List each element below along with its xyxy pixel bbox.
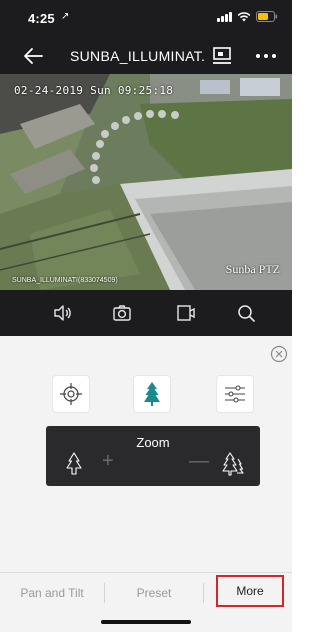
more-icon[interactable]	[255, 52, 277, 60]
status-time: 4:25	[28, 11, 55, 26]
zoom-search-icon[interactable]	[236, 303, 256, 323]
tree-icon	[144, 382, 160, 406]
zoom-minus-sign[interactable]: —	[189, 451, 209, 471]
back-arrow-icon[interactable]	[22, 45, 44, 67]
camera-video-feed[interactable]: 02-24-2019 Sun 09:25:18 Sunba PTZ SUNBA_…	[0, 74, 292, 290]
app-screen: 4:25 ↗ SUNBA_ILLUMINAT... 02-24-2019 Sun…	[0, 0, 292, 632]
snapshot-icon[interactable]	[112, 303, 132, 323]
crosshair-icon	[60, 383, 82, 405]
selected-tab-highlight	[216, 575, 284, 607]
top-bar: 4:25 ↗ SUNBA_ILLUMINAT...	[0, 0, 292, 74]
zoom-label: Zoom	[136, 435, 170, 450]
video-timestamp: 02-24-2019 Sun 09:25:18	[14, 84, 174, 97]
tab-pan-and-tilt[interactable]: Pan and Tilt	[0, 573, 104, 613]
crosshair-button[interactable]	[53, 376, 89, 412]
location-arrow-icon: ↗	[61, 11, 70, 22]
signal-icon	[217, 11, 232, 22]
page-title: SUNBA_ILLUMINAT...	[70, 48, 206, 64]
screen-record-icon[interactable]	[212, 47, 232, 65]
home-indicator-area	[0, 612, 292, 632]
video-scene	[0, 74, 292, 290]
tab-preset[interactable]: Preset	[105, 573, 203, 613]
zoom-in-trees-icon[interactable]	[218, 450, 246, 478]
sliders-icon	[225, 385, 245, 403]
status-icons	[217, 11, 278, 22]
zoom-control: Zoom + —	[46, 426, 260, 486]
status-bar: 4:25 ↗	[0, 0, 292, 32]
zoom-out-tree-icon[interactable]	[60, 450, 88, 478]
tree-button[interactable]	[134, 376, 170, 412]
home-indicator[interactable]	[101, 620, 191, 624]
tab-divider	[203, 583, 204, 603]
camera-name-caption: SUNBA_ILLUMINATI(833074509)	[12, 277, 118, 284]
ptz-panel: Zoom + —	[0, 336, 292, 572]
speaker-icon[interactable]	[52, 303, 72, 323]
zoom-plus-sign[interactable]: +	[102, 451, 114, 471]
bottom-tabs: Pan and Tilt Preset More	[0, 572, 292, 613]
sliders-button[interactable]	[217, 376, 253, 412]
video-toolbar	[0, 290, 292, 336]
close-icon[interactable]	[270, 345, 288, 363]
wifi-icon	[237, 11, 251, 22]
header: SUNBA_ILLUMINAT...	[0, 36, 292, 74]
record-icon[interactable]	[176, 303, 196, 323]
video-brand-watermark: Sunba PTZ	[225, 262, 280, 276]
battery-icon	[256, 11, 278, 22]
